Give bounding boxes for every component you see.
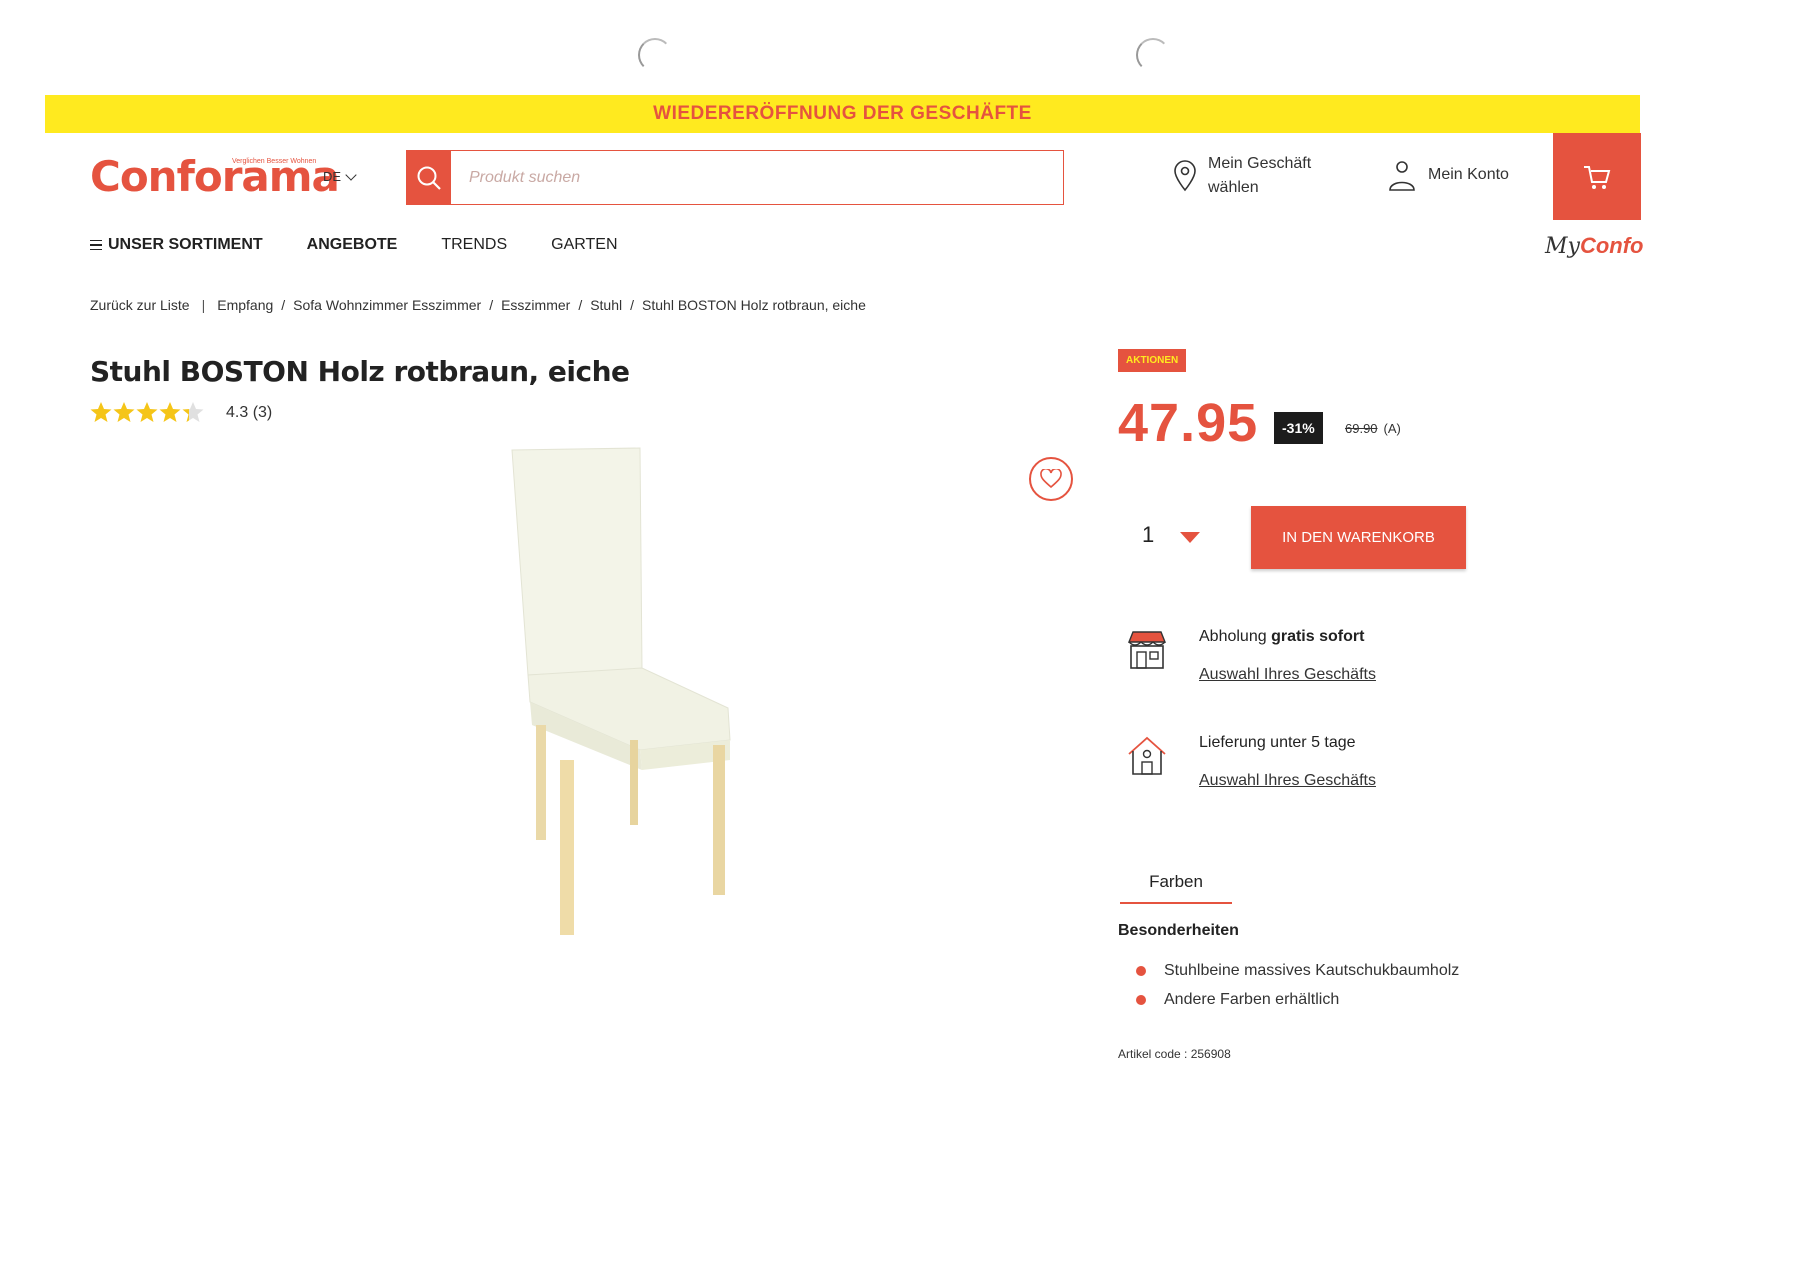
breadcrumb-separator: /	[630, 297, 635, 313]
product-rating[interactable]: 4.3 (3)	[90, 401, 272, 425]
bullet-icon	[1136, 995, 1146, 1005]
old-price: 69.90 (A)	[1345, 421, 1401, 436]
loading-spinner-icon	[638, 38, 672, 72]
breadcrumb-separator: /	[281, 297, 286, 313]
old-price-value: 69.90	[1345, 421, 1378, 436]
pickup-title: Abholung gratis sofort	[1199, 628, 1365, 645]
myconfo-logo[interactable]: MyConfo	[1545, 233, 1644, 259]
nav-item-angebote[interactable]: ANGEBOTE	[307, 236, 398, 254]
product-image[interactable]	[500, 440, 740, 940]
quantity-dropdown-icon[interactable]	[1180, 532, 1200, 543]
delivery-store-link[interactable]: Auswahl Ihres Geschäfts	[1199, 772, 1376, 790]
breadcrumb-separator: /	[578, 297, 583, 313]
old-price-suffix: (A)	[1383, 421, 1401, 436]
cart-button[interactable]	[1553, 133, 1641, 220]
nav-item-sortiment[interactable]: UNSER SORTIMENT	[90, 236, 263, 254]
promo-badge: AKTIONEN	[1118, 349, 1187, 372]
features-title: Besonderheiten	[1118, 922, 1239, 939]
promo-text: WIEDERERÖFFNUNG DER GESCHÄFTE	[653, 103, 1032, 124]
tab-farben[interactable]: Farben	[1120, 872, 1232, 904]
language-label: DE	[323, 169, 342, 184]
breadcrumb-item[interactable]: Empfang	[217, 297, 273, 313]
heart-icon	[1040, 469, 1062, 489]
user-icon	[1389, 161, 1415, 191]
logo-tagline: Verglichen Besser Wohnen	[232, 158, 317, 165]
search-bar	[406, 150, 1064, 205]
rating-stars-icon	[90, 402, 204, 422]
current-price: 47.95	[1118, 393, 1259, 453]
add-to-cart-button[interactable]: IN DEN WARENKORB	[1251, 506, 1466, 569]
location-pin-icon	[1174, 160, 1196, 192]
back-to-list-link[interactable]: Zurück zur Liste	[90, 297, 190, 313]
store-icon	[1127, 631, 1167, 669]
chevron-down-icon	[345, 168, 357, 181]
promo-banner[interactable]: WIEDERERÖFFNUNG DER GESCHÄFTE	[45, 95, 1640, 133]
home-delivery-icon	[1128, 736, 1166, 775]
breadcrumb-item[interactable]: Sofa Wohnzimmer Esszimmer	[293, 297, 481, 313]
search-input[interactable]	[451, 151, 1063, 204]
account-label: Mein Konto	[1428, 166, 1509, 183]
breadcrumb-item[interactable]: Stuhl	[590, 297, 622, 313]
myconfo-confo: Confo	[1579, 233, 1644, 258]
nav-item-trends[interactable]: TRENDS	[441, 236, 507, 254]
service-pickup: Abholung gratis sofort Auswahl Ihres Ges…	[1125, 628, 1376, 684]
rating-text: 4.3 (3)	[226, 404, 273, 421]
breadcrumb-separator: /	[489, 297, 494, 313]
myconfo-my: My	[1545, 234, 1580, 259]
bullet-icon	[1136, 966, 1146, 976]
search-icon	[417, 166, 441, 190]
breadcrumb-separator: |	[201, 297, 206, 313]
store-selector-label: Mein Geschäft wählen	[1208, 155, 1312, 196]
list-item: Stuhlbeine massives Kautschukbaumholz	[1136, 962, 1459, 980]
discount-badge: -31%	[1274, 412, 1323, 444]
account-link[interactable]: Mein Konto	[1388, 158, 1509, 192]
article-code: Artikel code : 256908	[1118, 1047, 1231, 1061]
delivery-title: Lieferung unter 5 tage	[1199, 734, 1356, 751]
nav-item-garten[interactable]: GARTEN	[551, 236, 617, 254]
wishlist-button[interactable]	[1029, 457, 1073, 501]
list-item: Andere Farben erhältlich	[1136, 991, 1459, 1009]
service-delivery: Lieferung unter 5 tage Auswahl Ihres Ges…	[1125, 734, 1376, 790]
breadcrumb-item-current: Stuhl BOSTON Holz rotbraun, eiche	[642, 297, 866, 313]
store-selector[interactable]: Mein Geschäft wählen	[1172, 152, 1328, 200]
quantity-value[interactable]: 1	[1142, 522, 1154, 548]
breadcrumb-item[interactable]: Esszimmer	[501, 297, 570, 313]
search-button[interactable]	[407, 151, 451, 204]
features-list: Stuhlbeine massives Kautschukbaumholz An…	[1136, 962, 1459, 1020]
breadcrumb: Zurück zur Liste | Empfang / Sofa Wohnzi…	[90, 297, 866, 313]
cart-icon	[1584, 165, 1611, 189]
product-title: Stuhl BOSTON Holz rotbraun, eiche	[90, 355, 630, 388]
pickup-store-link[interactable]: Auswahl Ihres Geschäfts	[1199, 666, 1376, 684]
main-nav: UNSER SORTIMENT ANGEBOTE TRENDS GARTEN	[90, 236, 662, 254]
loading-spinner-icon	[1136, 38, 1170, 72]
language-selector[interactable]: DE	[323, 168, 357, 184]
menu-icon	[90, 239, 102, 251]
